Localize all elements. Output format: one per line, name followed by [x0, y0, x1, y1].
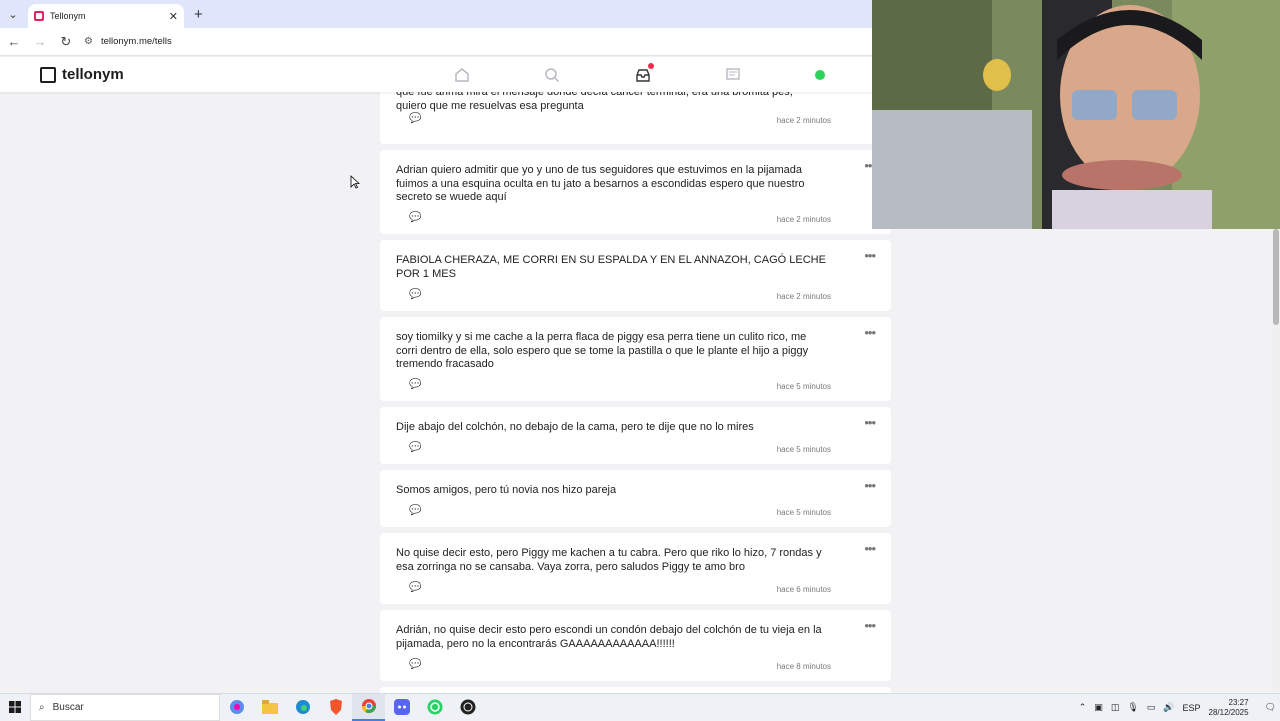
- tell-time: hace 5 minutos: [776, 445, 831, 454]
- microphone-icon[interactable]: 🎙: [1127, 702, 1138, 713]
- browser-tab[interactable]: Tellonym ✕: [28, 4, 184, 28]
- tell-text: soy tiomilky y si me cache a la perra fl…: [396, 331, 809, 370]
- more-options-icon[interactable]: •••: [864, 618, 876, 633]
- windows-start-icon[interactable]: [0, 694, 30, 721]
- reply-icon[interactable]: 💬: [409, 505, 421, 516]
- home-icon[interactable]: [453, 66, 471, 84]
- language-indicator[interactable]: ESP: [1183, 703, 1201, 713]
- reply-icon[interactable]: 💬: [409, 289, 421, 300]
- more-options-icon[interactable]: •••: [864, 541, 876, 556]
- tell-card: ••• Dije abajo del colchón, no debajo de…: [380, 407, 891, 464]
- reply-icon[interactable]: 💬: [409, 659, 421, 670]
- more-options-icon[interactable]: •••: [864, 415, 876, 430]
- tellonym-logo[interactable]: tellonym: [40, 66, 124, 83]
- more-options-icon[interactable]: •••: [864, 478, 876, 493]
- whatsapp-icon[interactable]: [418, 694, 451, 721]
- tell-time: hace 5 minutos: [776, 508, 831, 517]
- tell-time: hace 8 minutos: [776, 662, 831, 671]
- search-icon: ⌕: [39, 701, 45, 713]
- tell-time: hace 2 minutos: [776, 116, 831, 125]
- reply-icon[interactable]: 💬: [409, 442, 421, 453]
- webcam-overlay: [872, 0, 1280, 229]
- tellonym-favicon-icon: [34, 11, 44, 21]
- network-icon[interactable]: ◫: [1111, 702, 1120, 713]
- url-text: tellonym.me/tells: [100, 36, 172, 47]
- brave-icon[interactable]: [319, 694, 352, 721]
- reply-icon[interactable]: 💬: [409, 113, 421, 124]
- clock-date: 28/12/2025: [1208, 707, 1249, 717]
- tray-app-icon[interactable]: ▣: [1094, 702, 1103, 713]
- volume-icon[interactable]: 🔊: [1163, 702, 1174, 713]
- tell-time: hace 2 minutos: [776, 292, 831, 301]
- tell-card: ••• soy tiomilky y si me cache a la perr…: [380, 317, 891, 401]
- chrome-icon[interactable]: [352, 693, 385, 721]
- forward-icon[interactable]: →: [28, 30, 52, 54]
- file-explorer-icon[interactable]: [253, 694, 286, 721]
- search-placeholder: Buscar: [52, 701, 84, 713]
- profile-avatar-icon[interactable]: [815, 70, 825, 80]
- feed-icon[interactable]: [724, 66, 742, 84]
- reply-icon[interactable]: 💬: [409, 212, 421, 223]
- tell-text: No quise decir esto, pero Piggy me kache…: [396, 547, 822, 573]
- tell-time: hace 6 minutos: [776, 585, 831, 594]
- tell-text: Adrian quiero admitir que yo y uno de tu…: [396, 164, 805, 203]
- site-header: tellonym: [0, 57, 872, 92]
- scrollbar-thumb[interactable]: [1273, 229, 1279, 325]
- tell-text: que fue arima mira el mensaje donde decí…: [396, 92, 793, 112]
- close-tab-icon[interactable]: ✕: [169, 10, 178, 23]
- edge-icon[interactable]: [286, 694, 319, 721]
- windows-taskbar: ⌕ Buscar ⌃ ▣ ◫ 🎙 ▭ 🔊 ESP 23:27 28/12/202…: [0, 693, 1280, 721]
- new-tab-button[interactable]: +: [194, 6, 203, 23]
- more-options-icon[interactable]: •••: [864, 248, 876, 263]
- tell-card: ••• Somos amigos, pero tú novia nos hizo…: [380, 470, 891, 527]
- tab-title: Tellonym: [50, 11, 86, 21]
- tell-time: hace 2 minutos: [776, 215, 831, 224]
- tell-card: que fue arima mira el mensaje donde decí…: [380, 92, 891, 144]
- logo-icon: [40, 66, 56, 83]
- back-icon[interactable]: ←: [2, 30, 26, 54]
- address-bar: ← → ↻ ⚙ tellonym.me/tells: [0, 28, 872, 56]
- tell-text: Adrián, no quise decir esto pero escondi…: [396, 624, 822, 650]
- mouse-cursor-icon: [350, 175, 361, 194]
- copilot-icon[interactable]: [220, 694, 253, 721]
- discord-icon[interactable]: [385, 694, 418, 721]
- system-tray: ⌃ ▣ ◫ 🎙 ▭ 🔊 ESP 23:27 28/12/2025 🗨: [1075, 694, 1280, 721]
- clock-time: 23:27: [1228, 697, 1249, 707]
- tray-chevron-icon[interactable]: ⌃: [1079, 702, 1087, 713]
- tab-list-menu-button[interactable]: ⌄: [0, 0, 26, 28]
- site-settings-icon[interactable]: ⚙: [84, 36, 93, 47]
- reload-icon[interactable]: ↻: [54, 30, 78, 54]
- obs-icon[interactable]: [451, 694, 484, 721]
- tell-card: ••• Adrian quiero admitir que yo y uno d…: [380, 150, 891, 234]
- reply-icon[interactable]: 💬: [409, 379, 421, 390]
- clock[interactable]: 23:27 28/12/2025: [1205, 698, 1253, 718]
- notifications-icon[interactable]: 🗨: [1265, 702, 1276, 713]
- inbox-icon[interactable]: [634, 63, 654, 84]
- tell-time: hace 5 minutos: [776, 382, 831, 391]
- tell-text: Dije abajo del colchón, no debajo de la …: [396, 421, 754, 433]
- taskbar-search[interactable]: ⌕ Buscar: [30, 693, 220, 721]
- tell-card: ••• Adrián, no quise decir esto pero esc…: [380, 610, 891, 681]
- tell-card: ••• FABIOLA CHERAZA, ME CORRI EN SU ESPA…: [380, 240, 891, 311]
- more-options-icon[interactable]: •••: [864, 325, 876, 340]
- url-field[interactable]: ⚙ tellonym.me/tells: [84, 36, 172, 47]
- reply-icon[interactable]: 💬: [409, 582, 421, 593]
- search-icon[interactable]: [543, 66, 561, 84]
- tell-text: Somos amigos, pero tú novia nos hizo par…: [396, 484, 617, 496]
- notification-dot: [648, 63, 654, 69]
- browser-tab-bar: ⌄ Tellonym ✕ +: [0, 0, 872, 28]
- display-icon[interactable]: ▭: [1147, 702, 1156, 713]
- page-scrollbar[interactable]: [1272, 229, 1280, 693]
- tell-card: ••• No quise decir esto, pero Piggy me k…: [380, 533, 891, 604]
- logo-text: tellonym: [62, 66, 124, 83]
- tell-text: FABIOLA CHERAZA, ME CORRI EN SU ESPALDA …: [396, 254, 826, 280]
- webcam-image: [872, 0, 1280, 229]
